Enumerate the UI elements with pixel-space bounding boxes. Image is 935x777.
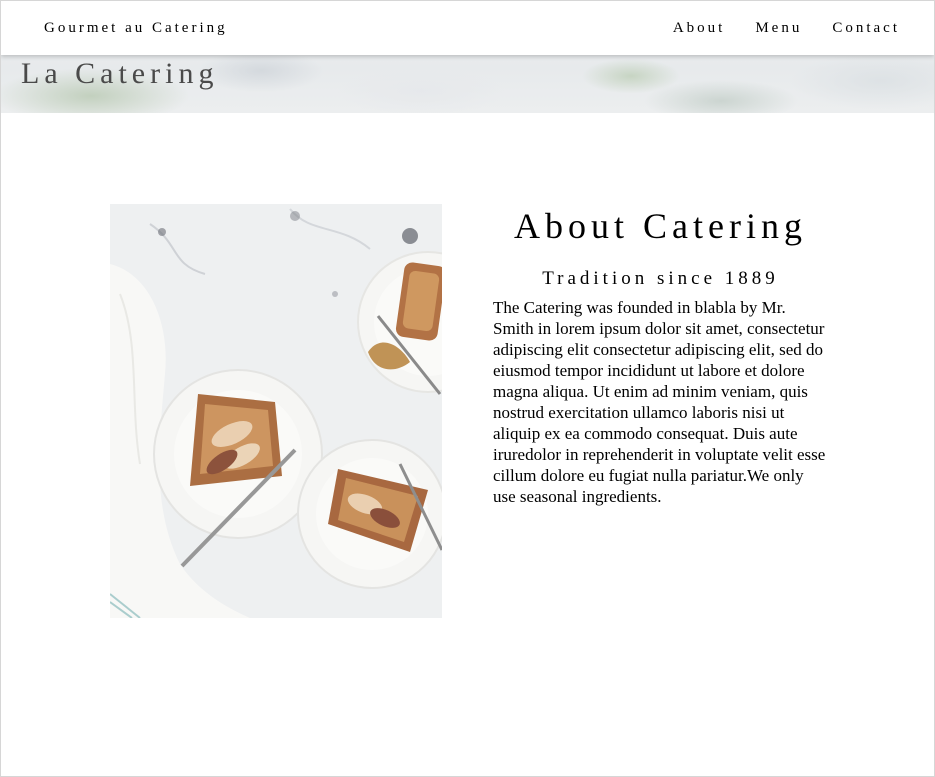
about-photo (110, 204, 442, 618)
page: La Catering Gourmet au Catering About Me… (0, 0, 935, 777)
nav-link-contact[interactable]: Contact (832, 20, 900, 37)
nav-link-menu[interactable]: Menu (755, 20, 802, 37)
about-subheading: Tradition since 1889 (542, 268, 779, 289)
about-body: The Catering was founded in blabla by Mr… (493, 298, 826, 506)
brand-link[interactable]: Gourmet au Catering (44, 20, 228, 37)
top-navbar: Gourmet au Catering About Menu Contact (1, 1, 934, 55)
nav-links: About Menu Contact (673, 20, 900, 37)
hero-title: La Catering (21, 57, 219, 90)
tarts-image (110, 204, 442, 618)
about-section: About Catering Tradition since 1889 The … (493, 204, 828, 507)
about-heading: About Catering (514, 206, 807, 246)
nav-link-about[interactable]: About (673, 20, 726, 37)
